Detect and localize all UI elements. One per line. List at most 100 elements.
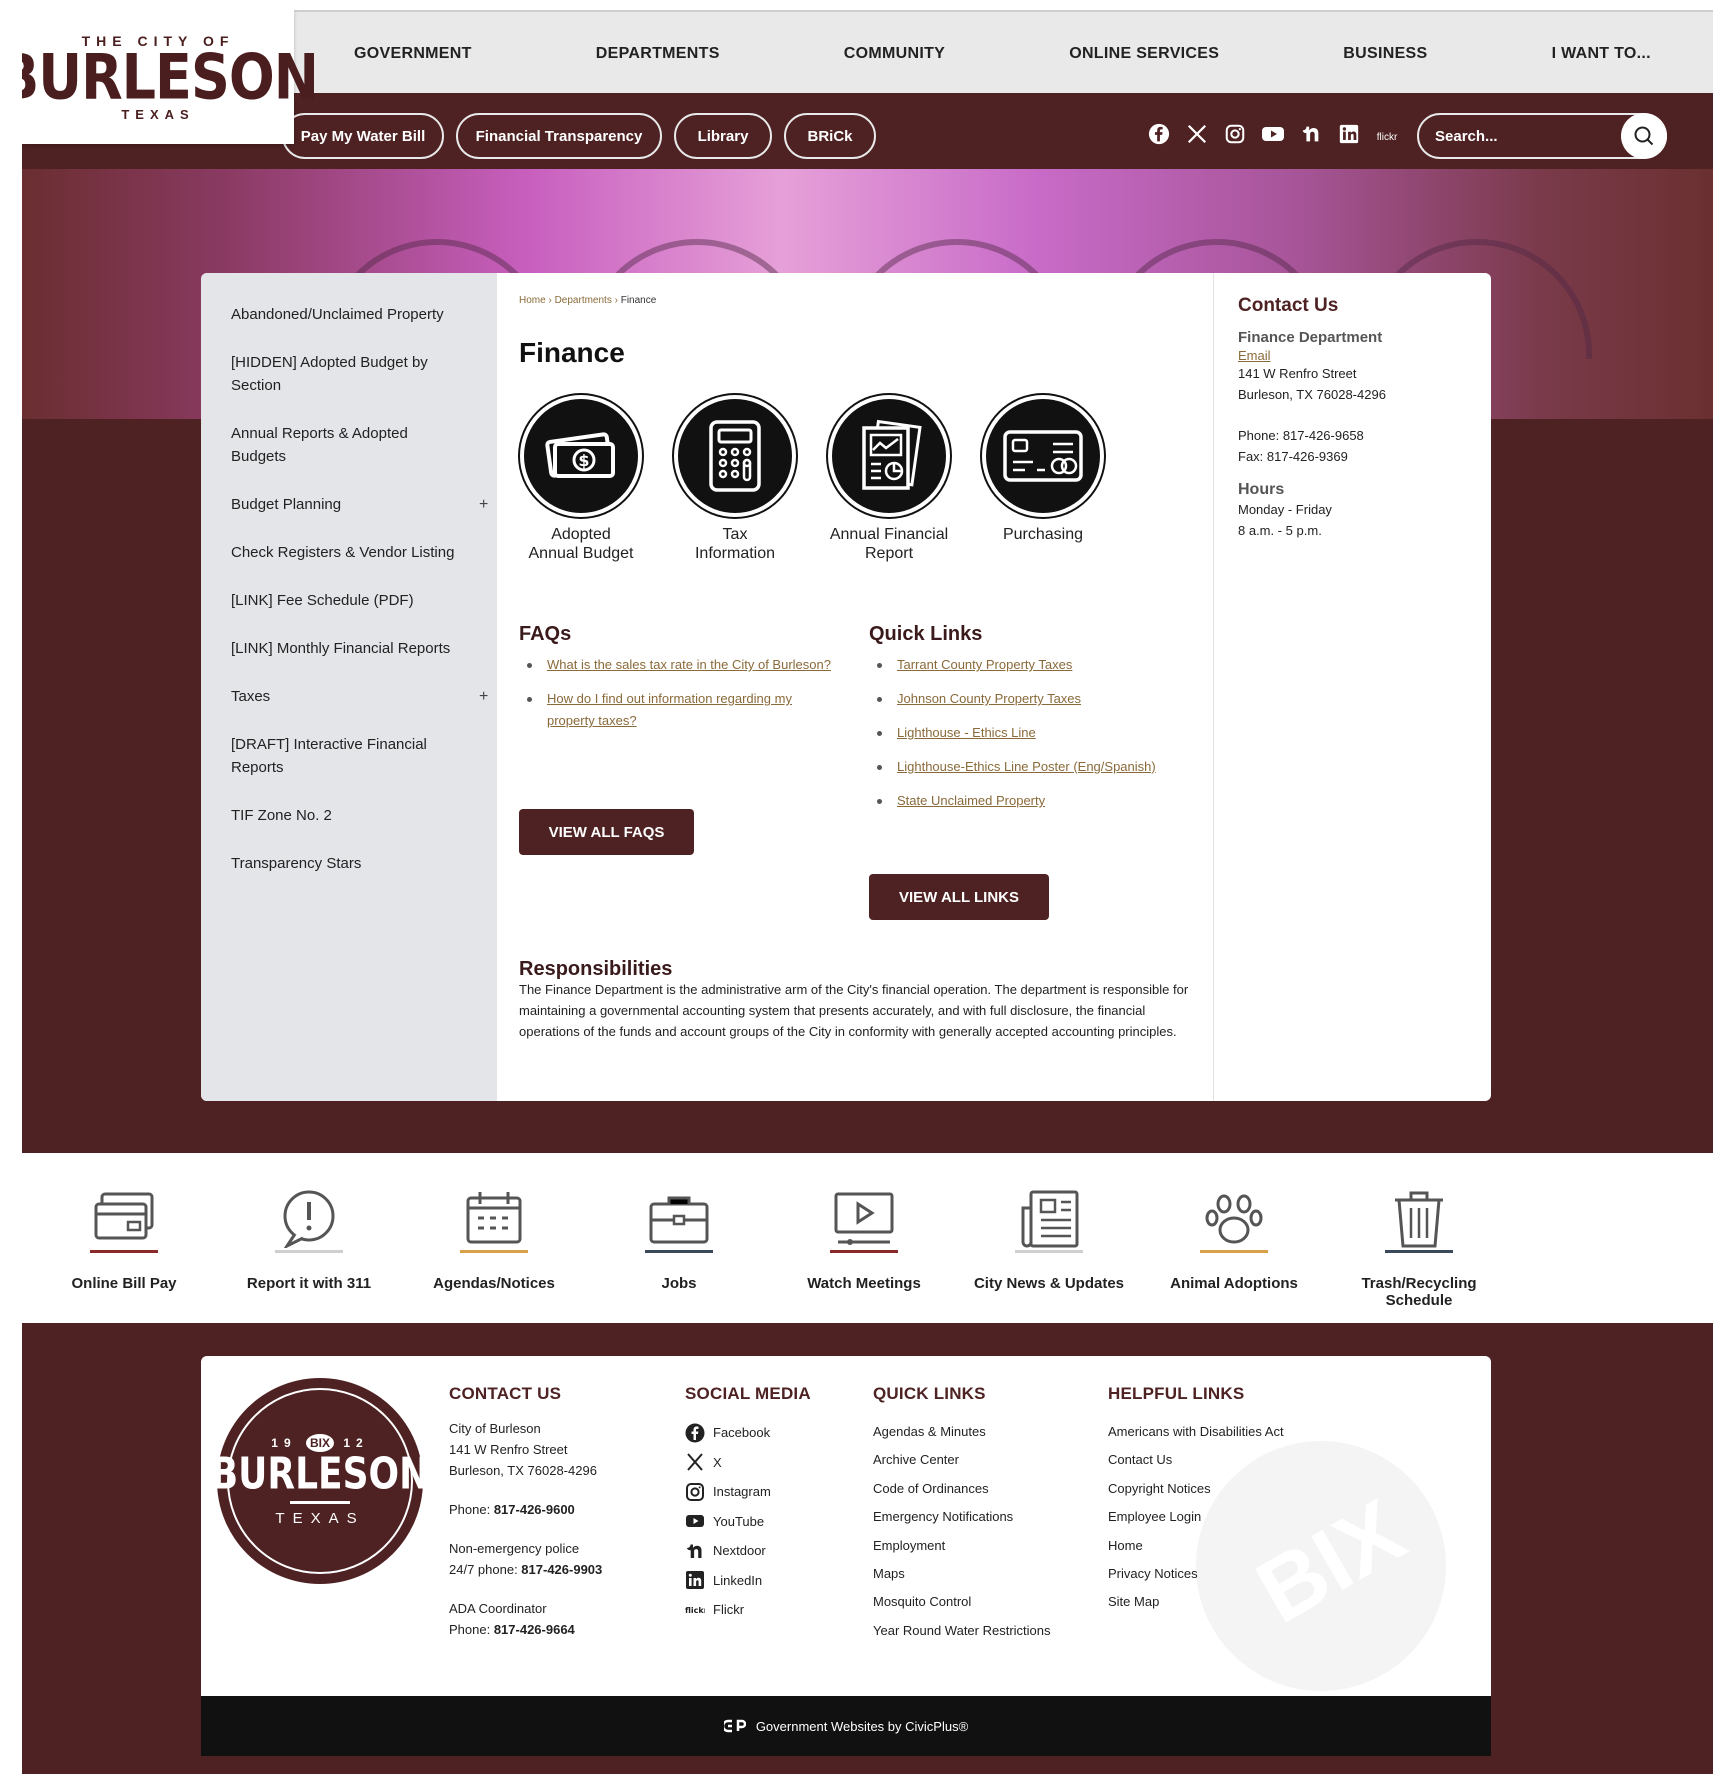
faq-link[interactable]: What is the sales tax rate in the City o… (519, 654, 839, 676)
sidebar-item[interactable]: TIF Zone No. 2 (231, 804, 461, 827)
footer-quick-link[interactable]: Archive Center (873, 1446, 1103, 1474)
expand-plus-icon[interactable]: + (479, 685, 488, 708)
quick-link[interactable]: Johnson County Property Taxes (869, 688, 1169, 710)
sidebar-item[interactable]: Taxes + (231, 685, 488, 708)
nav-community[interactable]: COMMUNITY (844, 45, 945, 63)
footer-quick-heading: QUICK LINKS (873, 1384, 986, 1403)
tax-information-label: Tax Information (694, 526, 776, 562)
tax-information-button[interactable]: Tax Information (655, 395, 815, 563)
sidebar-item[interactable]: [LINK] Monthly Financial Reports (231, 637, 461, 660)
phone-text: Phone: 817-426-9658 (1238, 428, 1364, 443)
instagram-icon[interactable] (1223, 123, 1247, 151)
quick-links-heading: Quick Links (869, 623, 983, 645)
sidebar-item[interactable]: Transparency Stars (231, 852, 461, 875)
flickr-icon[interactable]: flickr (1375, 132, 1399, 143)
quick-link[interactable]: Lighthouse - Ethics Line (869, 722, 1169, 744)
nav-government[interactable]: GOVERNMENT (354, 45, 472, 63)
sidebar-item-label: TIF Zone No. 2 (231, 807, 332, 824)
footer-quick-link[interactable]: Employment (873, 1532, 1103, 1560)
youtube-icon[interactable] (1261, 123, 1285, 151)
brick-button[interactable]: BRiCk (784, 113, 876, 159)
footer-social-link[interactable]: Instagram (685, 1477, 865, 1507)
nav-business[interactable]: BUSINESS (1343, 45, 1427, 63)
email-link[interactable]: Email (1238, 348, 1491, 363)
quick-icon-video[interactable]: Watch Meetings (774, 1188, 954, 1292)
calendar-icon (466, 1192, 522, 1244)
search-input[interactable] (1419, 127, 1619, 145)
breadcrumb-home[interactable]: Home (519, 295, 546, 306)
footer-quick-link[interactable]: Code of Ordinances (873, 1475, 1103, 1503)
footer-social-heading: SOCIAL MEDIA (685, 1384, 811, 1403)
x-icon[interactable] (1185, 123, 1209, 151)
quick-icon-trash[interactable]: Trash/Recycling Schedule (1329, 1188, 1509, 1309)
instagram-icon (686, 1482, 704, 1501)
sidebar-item[interactable]: [HIDDEN] Adopted Budget by Section (231, 351, 461, 397)
sidebar-item[interactable]: Budget Planning + (231, 493, 488, 516)
footer-social-link[interactable]: Nextdoor (685, 1536, 865, 1566)
adopted-annual-budget-button[interactable]: $ Adopted Annual Budget (501, 395, 661, 563)
footer-social-link[interactable]: YouTube (685, 1507, 865, 1537)
faq-link[interactable]: How do I find out information regarding … (519, 688, 839, 732)
quick-icon-alert-bubble[interactable]: Report it with 311 (219, 1188, 399, 1292)
view-all-faqs-button[interactable]: VIEW ALL FAQS (519, 809, 694, 855)
footer-helpful-link[interactable]: Employee Login (1108, 1503, 1338, 1531)
city-logo[interactable]: THE CITY OF BURLESON TEXAS (22, 10, 319, 144)
annual-financial-report-button[interactable]: Annual Financial Report (809, 395, 969, 563)
footer-helpful-link[interactable]: Privacy Notices (1108, 1560, 1338, 1588)
breadcrumb-departments[interactable]: Departments (555, 295, 612, 306)
main-phone[interactable]: 817-426-9600 (494, 1502, 575, 1517)
quick-link[interactable]: State Unclaimed Property (869, 790, 1169, 812)
footer-helpful-link[interactable]: Copyright Notices (1108, 1475, 1338, 1503)
footer-social-link[interactable]: LinkedIn (685, 1566, 865, 1596)
footer-social-label: Facebook (713, 1425, 771, 1440)
footer-helpful-link[interactable]: Americans with Disabilities Act (1108, 1418, 1338, 1446)
footer-helpful-link[interactable]: Home (1108, 1532, 1338, 1560)
ada-phone[interactable]: 817-426-9664 (494, 1622, 575, 1637)
credit-card-icon (1003, 430, 1083, 482)
footer-social: SOCIAL MEDIA Facebook X Instagram YouTube Ne… (685, 1384, 865, 1625)
nav-i-want-to[interactable]: I WANT TO... (1552, 45, 1651, 63)
purchasing-button[interactable]: Purchasing (963, 395, 1123, 544)
footer-social-link[interactable]: X (685, 1448, 865, 1478)
sidebar-item[interactable]: [LINK] Fee Schedule (PDF) (231, 589, 461, 612)
view-all-links-button[interactable]: VIEW ALL LINKS (869, 874, 1049, 920)
civicplus-credit[interactable]: Government Websites by CivicPlus® (756, 1719, 968, 1734)
footer-social-link[interactable]: flickr Flickr (685, 1595, 865, 1625)
footer-helpful-link[interactable]: Site Map (1108, 1588, 1338, 1616)
quick-link[interactable]: Tarrant County Property Taxes (869, 654, 1169, 676)
footer-quick-link[interactable]: Year Round Water Restrictions (873, 1617, 1103, 1645)
nav-departments[interactable]: DEPARTMENTS (596, 45, 720, 63)
accent-underline (90, 1250, 158, 1253)
quick-icon-newspaper[interactable]: City News & Updates (959, 1188, 1139, 1292)
quick-icon-briefcase[interactable]: Jobs (589, 1188, 769, 1292)
search-button[interactable] (1621, 113, 1667, 159)
accent-underline (275, 1250, 343, 1253)
briefcase-icon (649, 1196, 709, 1244)
police-phone[interactable]: 817-426-9903 (521, 1562, 602, 1577)
linkedin-icon[interactable] (1337, 123, 1361, 151)
quick-icon-paw[interactable]: Animal Adoptions (1144, 1188, 1324, 1292)
facebook-icon[interactable] (1147, 123, 1171, 151)
financial-transparency-button[interactable]: Financial Transparency (456, 113, 662, 159)
quick-icon-calendar[interactable]: Agendas/Notices (404, 1188, 584, 1292)
quick-link[interactable]: Lighthouse-Ethics Line Poster (Eng/Spani… (869, 756, 1169, 778)
library-button[interactable]: Library (674, 113, 772, 159)
sidebar-item[interactable]: Annual Reports & Adopted Budgets (231, 422, 461, 468)
pay-water-bill-button[interactable]: Pay My Water Bill (282, 113, 444, 159)
expand-plus-icon[interactable]: + (479, 493, 488, 516)
footer-social-link[interactable]: Facebook (685, 1418, 865, 1448)
sidebar-item[interactable]: Check Registers & Vendor Listing (231, 541, 461, 564)
svg-text:flickr: flickr (685, 1606, 705, 1615)
sidebar-item[interactable]: Abandoned/Unclaimed Property (231, 303, 461, 326)
nextdoor-icon[interactable] (1299, 123, 1323, 151)
footer-quick-link[interactable]: Emergency Notifications (873, 1503, 1103, 1531)
quick-icon-bill-pay[interactable]: Online Bill Pay (34, 1188, 214, 1292)
sidebar-item-label: [LINK] Fee Schedule (PDF) (231, 592, 414, 609)
linkedin-icon (686, 1571, 704, 1590)
footer-quick-link[interactable]: Mosquito Control (873, 1588, 1103, 1616)
nav-online-services[interactable]: ONLINE SERVICES (1069, 45, 1219, 63)
footer-quick-link[interactable]: Agendas & Minutes (873, 1418, 1103, 1446)
footer-helpful-link[interactable]: Contact Us (1108, 1446, 1338, 1474)
footer-quick-link[interactable]: Maps (873, 1560, 1103, 1588)
sidebar-item[interactable]: [DRAFT] Interactive Financial Reports (231, 733, 461, 779)
